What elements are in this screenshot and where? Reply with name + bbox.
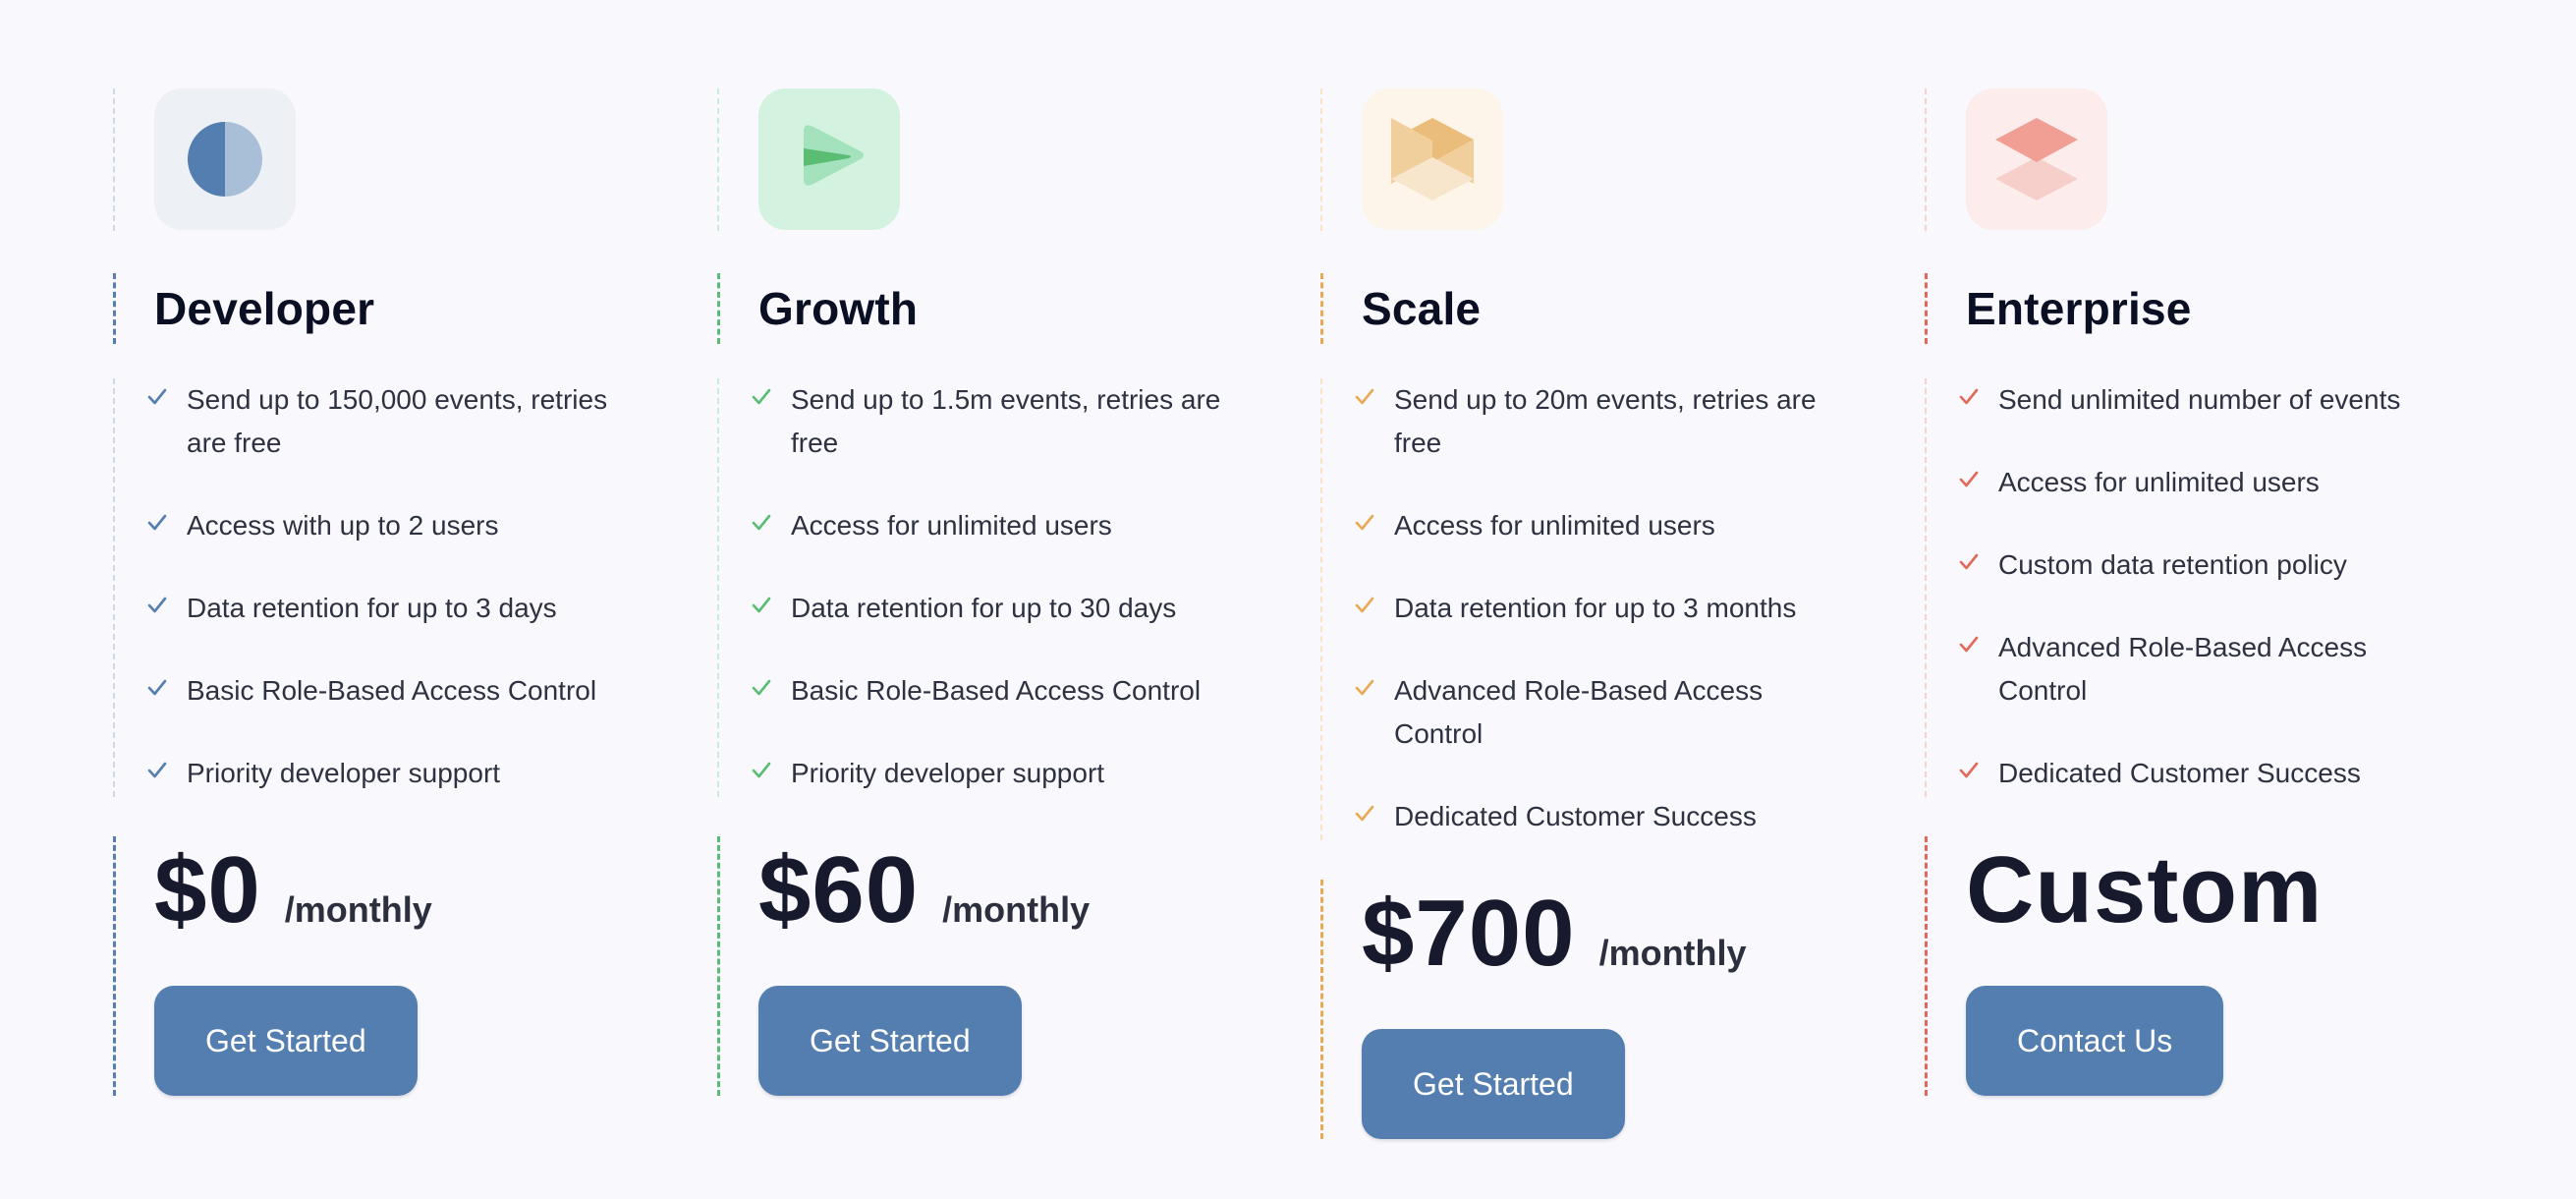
- feature-item: Send up to 20m events, retries are free: [1354, 378, 1925, 465]
- layers-icon: [1995, 118, 2078, 200]
- check-icon: [146, 677, 170, 699]
- feature-item: Priority developer support: [751, 752, 1320, 795]
- plan-icon-box: [1362, 88, 1503, 230]
- plan-developer: Developer Send up to 150,000 events, ret…: [113, 88, 717, 1139]
- feature-list: Send up to 150,000 events, retries are f…: [113, 378, 717, 797]
- check-icon: [1354, 512, 1377, 534]
- check-icon: [1354, 595, 1377, 616]
- check-icon: [751, 512, 774, 534]
- feature-item: Data retention for up to 3 months: [1354, 587, 1925, 630]
- check-icon: [1958, 760, 1982, 781]
- price-period: /monthly: [942, 889, 1091, 930]
- price-block: $60 /monthly Get Started: [717, 836, 1320, 1096]
- feature-item: Access for unlimited users: [751, 504, 1320, 547]
- feature-list: Send up to 1.5m events, retries are free…: [717, 378, 1320, 797]
- check-icon: [1958, 386, 1982, 408]
- plan-title: Scale: [1362, 283, 1482, 334]
- plan-scale: Scale Send up to 20m events, retries are…: [1320, 88, 1925, 1139]
- feature-list: Send up to 20m events, retries are free …: [1320, 378, 1925, 840]
- feature-item: Access for unlimited users: [1958, 461, 2529, 504]
- feature-item: Data retention for up to 30 days: [751, 587, 1320, 630]
- plan-icon-box: [1966, 88, 2107, 230]
- check-icon: [1958, 634, 1982, 656]
- half-circle-icon: [188, 122, 262, 197]
- get-started-button[interactable]: Get Started: [758, 986, 1022, 1096]
- feature-item: Dedicated Customer Success: [1958, 752, 2529, 795]
- check-icon: [146, 595, 170, 616]
- price-amount: $0: [154, 837, 261, 942]
- feature-item: Send unlimited number of events: [1958, 378, 2529, 422]
- price-period: /monthly: [1598, 933, 1747, 973]
- feature-list: Send unlimited number of events Access f…: [1925, 378, 2529, 797]
- contact-us-button[interactable]: Contact Us: [1966, 986, 2224, 1096]
- plan-title: Growth: [758, 283, 919, 334]
- check-icon: [751, 595, 774, 616]
- feature-item: Custom data retention policy: [1958, 543, 2529, 587]
- feature-item: Basic Role-Based Access Control: [751, 669, 1320, 713]
- cube-icon: [1391, 118, 1474, 200]
- check-icon: [146, 512, 170, 534]
- check-icon: [146, 760, 170, 781]
- price-period: /monthly: [284, 889, 432, 930]
- price-amount: Custom: [1966, 837, 2324, 942]
- get-started-button[interactable]: Get Started: [154, 986, 418, 1096]
- check-icon: [751, 677, 774, 699]
- plan-title: Enterprise: [1966, 283, 2192, 334]
- price-block: Custom Contact Us: [1925, 836, 2529, 1096]
- plan-enterprise: Enterprise Send unlimited number of even…: [1925, 88, 2529, 1139]
- paper-plane-icon: [804, 125, 864, 186]
- price-block: $700 /monthly Get Started: [1320, 880, 1925, 1139]
- pricing-plans: Developer Send up to 150,000 events, ret…: [113, 88, 2529, 1139]
- check-icon: [1354, 803, 1377, 825]
- plan-icon-box: [154, 88, 296, 230]
- feature-item: Advanced Role-Based Access Control: [1354, 669, 1925, 756]
- price-block: $0 /monthly Get Started: [113, 836, 717, 1096]
- feature-item: Access with up to 2 users: [146, 504, 717, 547]
- feature-item: Advanced Role-Based Access Control: [1958, 626, 2529, 713]
- price-amount: $60: [758, 837, 920, 942]
- check-icon: [146, 386, 170, 408]
- feature-item: Basic Role-Based Access Control: [146, 669, 717, 713]
- feature-item: Priority developer support: [146, 752, 717, 795]
- price-amount: $700: [1362, 881, 1576, 986]
- check-icon: [1354, 677, 1377, 699]
- feature-item: Dedicated Customer Success: [1354, 795, 1925, 838]
- feature-item: Access for unlimited users: [1354, 504, 1925, 547]
- plan-title: Developer: [154, 283, 375, 334]
- check-icon: [1354, 386, 1377, 408]
- get-started-button[interactable]: Get Started: [1362, 1029, 1625, 1139]
- feature-item: Send up to 1.5m events, retries are free: [751, 378, 1320, 465]
- plan-growth: Growth Send up to 1.5m events, retries a…: [717, 88, 1320, 1139]
- plan-icon-box: [758, 88, 900, 230]
- check-icon: [751, 386, 774, 408]
- check-icon: [1958, 469, 1982, 490]
- check-icon: [751, 760, 774, 781]
- check-icon: [1958, 551, 1982, 573]
- feature-item: Send up to 150,000 events, retries are f…: [146, 378, 717, 465]
- feature-item: Data retention for up to 3 days: [146, 587, 717, 630]
